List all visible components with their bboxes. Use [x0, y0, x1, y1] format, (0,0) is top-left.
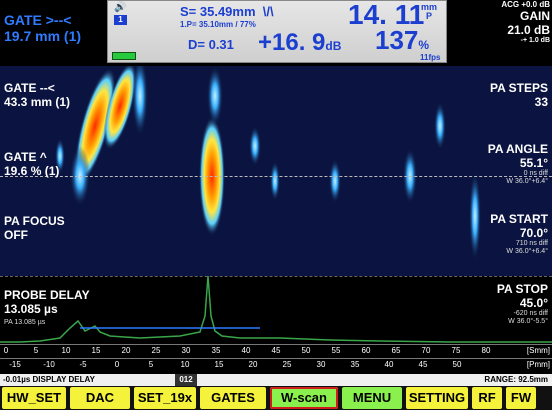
w-scan-button[interactable]: W-scan: [270, 387, 338, 409]
p-axis-tick: 10: [180, 360, 190, 369]
p-axis-tick: -15: [9, 360, 21, 369]
depth-marker-line: [0, 176, 552, 177]
s-axis-tick: 30: [181, 346, 191, 355]
p-axis-tick: 35: [350, 360, 360, 369]
s-axis-tick: 50: [301, 346, 311, 355]
s-axis-tick: 10: [61, 346, 71, 355]
p-axis-tick: 50: [452, 360, 462, 369]
range-readout: RANGE: 92.5mm: [484, 375, 548, 384]
p-axis-tick: 5: [148, 360, 154, 369]
status-bar: -0.01µs DISPLAY DELAY 012 RANGE: 92.5mm: [0, 374, 552, 386]
s-axis-tick: 25: [151, 346, 161, 355]
s-axis-unit: [Smm]: [526, 346, 550, 355]
percent-readout: 137%: [375, 25, 430, 55]
pa-focus-label[interactable]: PA FOCUS OFF: [4, 214, 65, 242]
s-axis-tick: 45: [271, 346, 281, 355]
depth-unit: mm P: [421, 2, 438, 21]
gate-label: GATE >--<: [4, 12, 72, 28]
s-axis-tick: 75: [451, 346, 461, 355]
p-readout: 1.P= 35.10mm / 77%: [180, 20, 256, 29]
s-axis-tick: 0: [3, 346, 9, 355]
gain-value: 21.0 dB: [507, 23, 550, 37]
measurement-panel: 🔊 1 S= 35.49mm \/\ 1.P= 35.10mm / 77% D=…: [107, 0, 447, 63]
p-axis-tick: 20: [248, 360, 258, 369]
amplitude-readout: +16. 9dB: [258, 29, 342, 56]
depth-marker-line: [0, 276, 552, 277]
p-axis-tick: 25: [282, 360, 292, 369]
rf-button[interactable]: RF: [472, 387, 502, 409]
s-axis-tick: 15: [91, 346, 101, 355]
distance-axis: 0 5 10 15 20 25 30 35 40 45 50 55 60 65 70 75 80 [Smm] -…: [0, 344, 552, 374]
sound-wave-icon: 🔊: [114, 2, 127, 13]
fw-button[interactable]: FW: [506, 387, 536, 409]
p-axis-tick: 40: [384, 360, 394, 369]
gate-readout-topleft: GATE >--< 19.7 mm (1): [4, 12, 81, 44]
s-axis-tick: 70: [421, 346, 431, 355]
s-axis-tick: 5: [33, 346, 39, 355]
gain-panel[interactable]: ACG +0.0 dB GAIN 21.0 dB -+ 1.0 dB: [446, 0, 550, 65]
s-axis-tick: 20: [121, 346, 131, 355]
s-axis-tick: 65: [391, 346, 401, 355]
file-counter: 012: [175, 374, 197, 386]
display-delay: -0.01µs DISPLAY DELAY: [3, 375, 95, 384]
s-axis-tick: 55: [331, 346, 341, 355]
s-axis-tick: 80: [481, 346, 491, 355]
set-19x-button[interactable]: SET_19x: [134, 387, 196, 409]
pa-steps-label[interactable]: PA STEPS 33: [490, 81, 548, 109]
setting-button[interactable]: SETTING: [406, 387, 468, 409]
scan-view: GATE --< 43.3 mm (1) GATE ^ 19.6 % (1) P…: [0, 66, 552, 344]
hw-set-button[interactable]: HW_SET: [2, 387, 66, 409]
s-readout: S= 35.49mm \/\: [180, 4, 274, 19]
p-axis-unit: [Pmm]: [526, 360, 550, 369]
dac-button[interactable]: DAC: [70, 387, 130, 409]
s-axis-tick: 60: [361, 346, 371, 355]
gate-echo-label[interactable]: GATE --< 43.3 mm (1): [4, 81, 70, 109]
gates-button[interactable]: GATES: [200, 387, 266, 409]
pa-start-label[interactable]: PA START 70.0° 710 ns diff W 36.0°+6.4°: [490, 212, 548, 256]
menu-button[interactable]: MENU: [342, 387, 402, 409]
s-axis-tick: 35: [211, 346, 221, 355]
battery-icon: [112, 52, 136, 60]
function-buttons: HW_SET DAC SET_19x GATES W-scan MENU SET…: [0, 386, 552, 410]
acg-label: ACG +0.0 dB: [501, 0, 550, 9]
gain-step: -+ 1.0 dB: [520, 37, 550, 44]
s-axis-tick: 40: [241, 346, 251, 355]
p-axis-tick: 30: [316, 360, 326, 369]
top-bar: GATE >--< 19.7 mm (1) 🔊 1 S= 35.49mm \/\…: [0, 0, 552, 65]
pa-angle-label[interactable]: PA ANGLE 55.1° 0 ns diff W 36.0°+6.4°: [488, 142, 548, 186]
p-axis-tick: -5: [79, 360, 87, 369]
channel-badge: 1: [114, 15, 127, 25]
p-axis-tick: 15: [214, 360, 224, 369]
gate-amplitude-label[interactable]: GATE ^ 19.6 % (1): [4, 150, 59, 178]
p-axis-tick: 45: [418, 360, 428, 369]
fps-readout: 11fps: [420, 53, 441, 62]
p-axis-tick: -10: [43, 360, 55, 369]
probe-delay-label[interactable]: PROBE DELAY 13.085 µs PA 13.085 µs: [4, 288, 90, 330]
gain-label: GAIN: [520, 9, 550, 23]
pa-stop-label[interactable]: PA STOP 45.0° -620 ns diff W 36.0°-5.5°: [497, 282, 548, 326]
gate-value: 19.7 mm (1): [4, 28, 82, 44]
d-readout: D= 0.31: [188, 37, 234, 52]
p-axis-tick: 0: [114, 360, 120, 369]
